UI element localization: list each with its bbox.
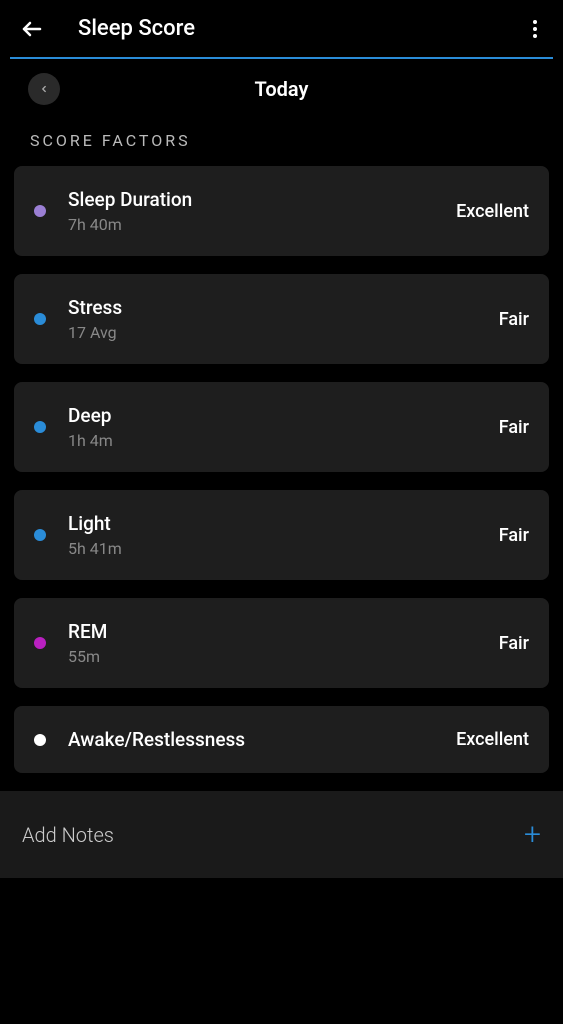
factor-rating: Fair xyxy=(499,309,529,330)
factor-card[interactable]: Light 5h 41mFair xyxy=(14,490,549,580)
factor-card[interactable]: Deep 1h 4mFair xyxy=(14,382,549,472)
prev-day-button[interactable] xyxy=(28,73,60,105)
date-navigation: Today xyxy=(0,59,563,119)
factor-info: Stress 17 Avg xyxy=(68,296,499,342)
factor-dot-icon xyxy=(34,421,46,433)
factor-card[interactable]: Awake/RestlessnessExcellent xyxy=(14,706,549,773)
factor-title: Awake/Restlessness xyxy=(68,728,456,751)
factor-title: Sleep Duration xyxy=(68,188,456,211)
factor-card[interactable]: Stress 17 AvgFair xyxy=(14,274,549,364)
factor-dot-icon xyxy=(34,205,46,217)
factor-title: Stress xyxy=(68,296,499,319)
factor-value: 5h 41m xyxy=(68,539,499,558)
factor-value: 17 Avg xyxy=(68,323,499,342)
factor-info: REM 55m xyxy=(68,620,499,666)
add-notes-button[interactable]: Add Notes + xyxy=(0,791,563,878)
app-header: Sleep Score xyxy=(0,0,563,57)
factor-info: Awake/Restlessness xyxy=(68,728,456,751)
back-arrow-icon[interactable] xyxy=(20,17,44,41)
section-title: SCORE FACTORS xyxy=(14,119,549,166)
factor-dot-icon xyxy=(34,637,46,649)
factor-card[interactable]: REM 55mFair xyxy=(14,598,549,688)
factor-info: Deep 1h 4m xyxy=(68,404,499,450)
factor-rating: Fair xyxy=(499,417,529,438)
factor-title: REM xyxy=(68,620,499,643)
factor-value: 55m xyxy=(68,647,499,666)
factor-info: Sleep Duration 7h 40m xyxy=(68,188,456,234)
factor-value: 7h 40m xyxy=(68,215,456,234)
factor-value: 1h 4m xyxy=(68,431,499,450)
factor-dot-icon xyxy=(34,529,46,541)
factor-rating: Fair xyxy=(499,525,529,546)
factor-info: Light 5h 41m xyxy=(68,512,499,558)
page-title: Sleep Score xyxy=(78,16,195,41)
factor-title: Deep xyxy=(68,404,499,427)
add-notes-label: Add Notes xyxy=(22,823,114,847)
factor-rating: Excellent xyxy=(456,201,529,222)
plus-icon: + xyxy=(524,817,541,852)
factor-title: Light xyxy=(68,512,499,535)
factor-card[interactable]: Sleep Duration 7h 40mExcellent xyxy=(14,166,549,256)
factor-dot-icon xyxy=(34,313,46,325)
date-label: Today xyxy=(255,77,309,101)
factor-rating: Excellent xyxy=(456,729,529,750)
more-vertical-icon[interactable] xyxy=(527,14,543,44)
content-area: SCORE FACTORS Sleep Duration7h 40mExcell… xyxy=(0,119,563,773)
factor-rating: Fair xyxy=(499,633,529,654)
factor-dot-icon xyxy=(34,734,46,746)
